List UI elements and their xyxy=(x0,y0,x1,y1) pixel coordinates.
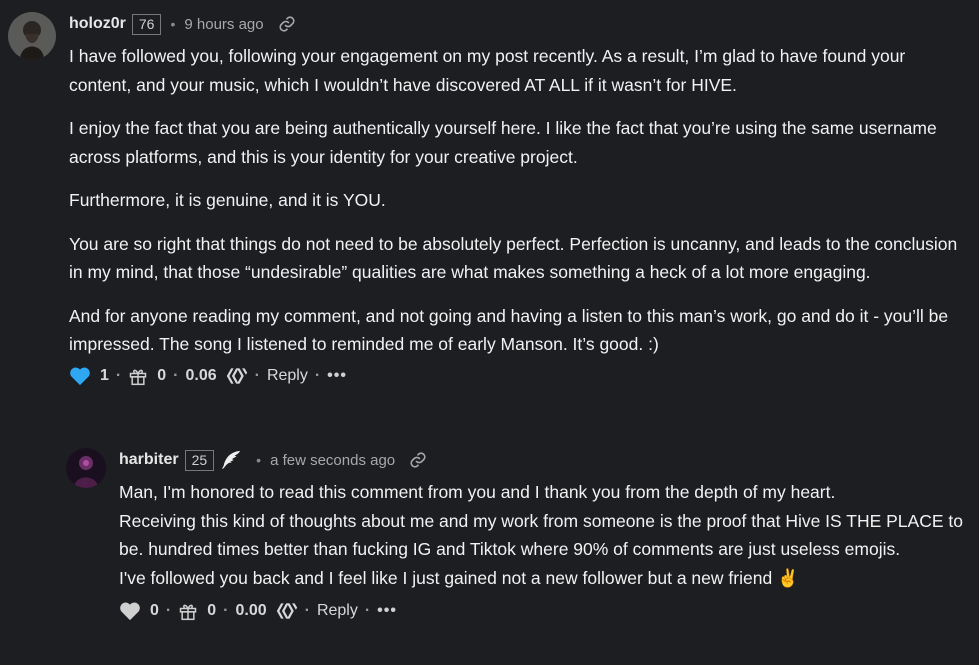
comment-actions: 0 · 0 · 0.00 · Reply · ••• xyxy=(119,598,966,624)
more-options-button[interactable]: ••• xyxy=(377,602,397,620)
payout-value[interactable]: 0.06 xyxy=(185,367,216,385)
paragraph: And for anyone reading my comment, and n… xyxy=(69,305,949,355)
reputation-badge: 25 xyxy=(184,449,215,471)
separator: · xyxy=(223,602,229,619)
reply-button[interactable]: Reply xyxy=(317,602,358,620)
paragraph: I've followed you back and I feel like I… xyxy=(119,567,799,588)
like-count: 0 xyxy=(150,602,159,619)
hive-logo-icon xyxy=(276,601,298,621)
gift-icon[interactable] xyxy=(128,366,148,386)
paragraph: Receiving this kind of thoughts about me… xyxy=(119,510,963,560)
comment-meta: holoz0r 76 • 9 hours ago xyxy=(69,10,968,38)
separator: • xyxy=(256,452,262,468)
link-icon[interactable] xyxy=(278,15,296,33)
separator: · xyxy=(165,602,172,619)
paragraph: I have followed you, following your enga… xyxy=(69,46,906,95)
link-icon[interactable] xyxy=(409,451,427,469)
hive-logo-icon xyxy=(226,366,248,386)
separator: · xyxy=(304,602,310,619)
comment-body: I have followed you, following your enga… xyxy=(69,42,968,359)
feather-icon xyxy=(220,450,242,470)
separator: · xyxy=(173,366,179,384)
separator: · xyxy=(364,602,371,619)
separator: · xyxy=(254,366,260,384)
payout-value[interactable]: 0.00 xyxy=(235,602,266,620)
paragraph: You are so right that things do not need… xyxy=(69,233,958,283)
author-name[interactable]: harbiter xyxy=(119,451,179,469)
comment-meta: harbiter 25 • a few seconds ago xyxy=(119,446,966,474)
heart-icon[interactable] xyxy=(69,366,91,386)
avatar[interactable] xyxy=(8,12,56,60)
separator: • xyxy=(170,16,176,32)
paragraph: Man, I'm honored to read this comment fr… xyxy=(119,482,836,502)
heart-icon[interactable] xyxy=(119,601,141,621)
avatar[interactable] xyxy=(66,448,106,488)
timestamp[interactable]: a few seconds ago xyxy=(270,452,395,469)
comment-body: Man, I'm honored to read this comment fr… xyxy=(119,478,966,592)
paragraph: Furthermore, it is genuine, and it is YO… xyxy=(69,190,386,210)
comment-actions: 1 · 0 · 0.06 · Reply · ••• xyxy=(69,363,968,389)
reply-button[interactable]: Reply xyxy=(267,367,308,385)
more-options-button[interactable]: ••• xyxy=(327,367,347,385)
paragraph: I enjoy the fact that you are being auth… xyxy=(69,118,937,167)
separator: · xyxy=(314,366,321,384)
author-name[interactable]: holoz0r xyxy=(69,15,126,33)
gift-count: 0 xyxy=(207,602,217,619)
gift-count: 0 xyxy=(157,366,167,384)
gift-icon[interactable] xyxy=(178,601,198,621)
separator: · xyxy=(115,366,122,384)
reputation-badge: 76 xyxy=(131,13,162,35)
timestamp[interactable]: 9 hours ago xyxy=(184,16,263,33)
like-count: 1 xyxy=(100,366,109,384)
